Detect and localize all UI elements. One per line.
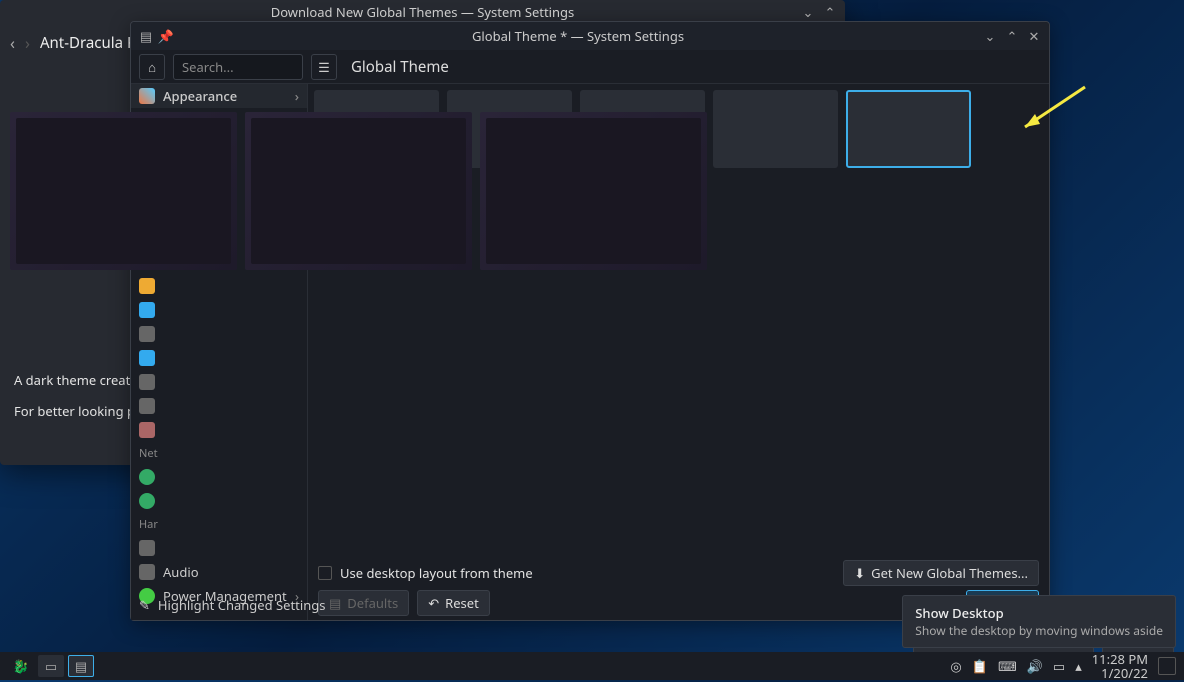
forward-button[interactable]: › [25,32,30,54]
maximize-icon[interactable]: ⌃ [823,5,837,19]
sidebar-item[interactable] [131,394,307,418]
toolbar: ⌂ Search... ☰ Global Theme [131,50,1049,84]
hamburger-button[interactable]: ☰ [311,54,337,80]
close-icon[interactable]: ✕ [1027,29,1041,43]
window-title: Global Theme * — System Settings [173,27,983,45]
pencil-icon: ✎ [139,596,150,614]
get-new-themes-button[interactable]: ⬇ Get New Global Themes... [843,560,1039,586]
screenshot-thumbnail[interactable] [245,112,472,270]
desktop-layout-checkbox[interactable] [318,566,332,580]
sidebar-item[interactable] [131,536,307,560]
screenshot-thumbnail[interactable] [480,112,707,270]
sidebar-item-appearance[interactable]: Appearance › [131,84,307,108]
clock[interactable]: 11:28 PM 1/20/22 [1092,652,1148,681]
defaults-button[interactable]: ▤ Defaults [318,590,409,616]
search-input[interactable]: Search... [173,54,303,80]
task-button-active[interactable]: ▤ [68,655,94,677]
volume-icon[interactable]: 🔊 [1027,657,1043,675]
sidebar-item[interactable] [131,322,307,346]
dialog-title: Download New Global Themes — System Sett… [271,3,575,21]
theme-thumbnail[interactable] [713,90,838,168]
home-button[interactable]: ⌂ [139,54,165,80]
show-desktop-tooltip: Show Desktop Show the desktop by moving … [902,595,1176,648]
keyboard-icon[interactable]: ⌨ [998,657,1017,675]
tooltip-title: Show Desktop [915,604,1163,622]
sidebar-item[interactable] [131,298,307,322]
reset-button[interactable]: ↶ Reset [417,590,490,616]
sidebar-item[interactable] [131,346,307,370]
chevron-right-icon: › [295,87,299,105]
sidebar-group: Har [131,513,307,536]
pin-icon[interactable]: 📌 [159,29,173,43]
network-icon[interactable]: ▭ [1053,657,1065,675]
annotation-arrow [1015,82,1095,142]
tooltip-body: Show the desktop by moving windows aside [915,622,1163,639]
sidebar-item[interactable] [131,370,307,394]
sidebar-group: Net [131,442,307,465]
download-icon: ⬇ [854,564,865,582]
expand-tray-icon[interactable]: ▴ [1075,657,1082,675]
back-button[interactable]: ‹ [10,32,15,54]
theme-thumbnail-selected[interactable] [846,90,971,168]
tray-icon[interactable]: ◎ [950,657,961,675]
sidebar-item[interactable] [131,489,307,513]
sidebar-item-audio[interactable]: Audio [131,560,307,584]
dialog-titlebar[interactable]: Download New Global Themes — System Sett… [0,0,845,24]
sidebar-item[interactable] [131,465,307,489]
sidebar-item[interactable] [131,274,307,298]
taskbar: 🐉 ▭ ▤ ◎ 📋 ⌨ 🔊 ▭ ▴ 11:28 PM 1/20/22 [0,652,1184,680]
titlebar[interactable]: ▤ 📌 Global Theme * — System Settings ⌄ ⌃… [131,22,1049,50]
app-launcher-icon[interactable]: 🐉 [8,655,34,677]
screenshot-thumbnail[interactable] [10,112,237,270]
task-button[interactable]: ▭ [38,655,64,677]
maximize-icon[interactable]: ⌃ [1005,29,1019,43]
minimize-icon[interactable]: ⌄ [801,5,815,19]
app-icon: ▤ [139,29,153,43]
minimize-icon[interactable]: ⌄ [983,29,997,43]
sidebar-item[interactable] [131,418,307,442]
highlight-changed-button[interactable]: Highlight Changed Settings [158,596,326,614]
clipboard-icon[interactable]: 📋 [972,657,988,675]
system-settings-window: ▤ 📌 Global Theme * — System Settings ⌄ ⌃… [130,21,1050,621]
show-desktop-button[interactable] [1158,657,1176,675]
checkbox-label: Use desktop layout from theme [340,564,533,582]
page-title: Global Theme [351,57,449,77]
